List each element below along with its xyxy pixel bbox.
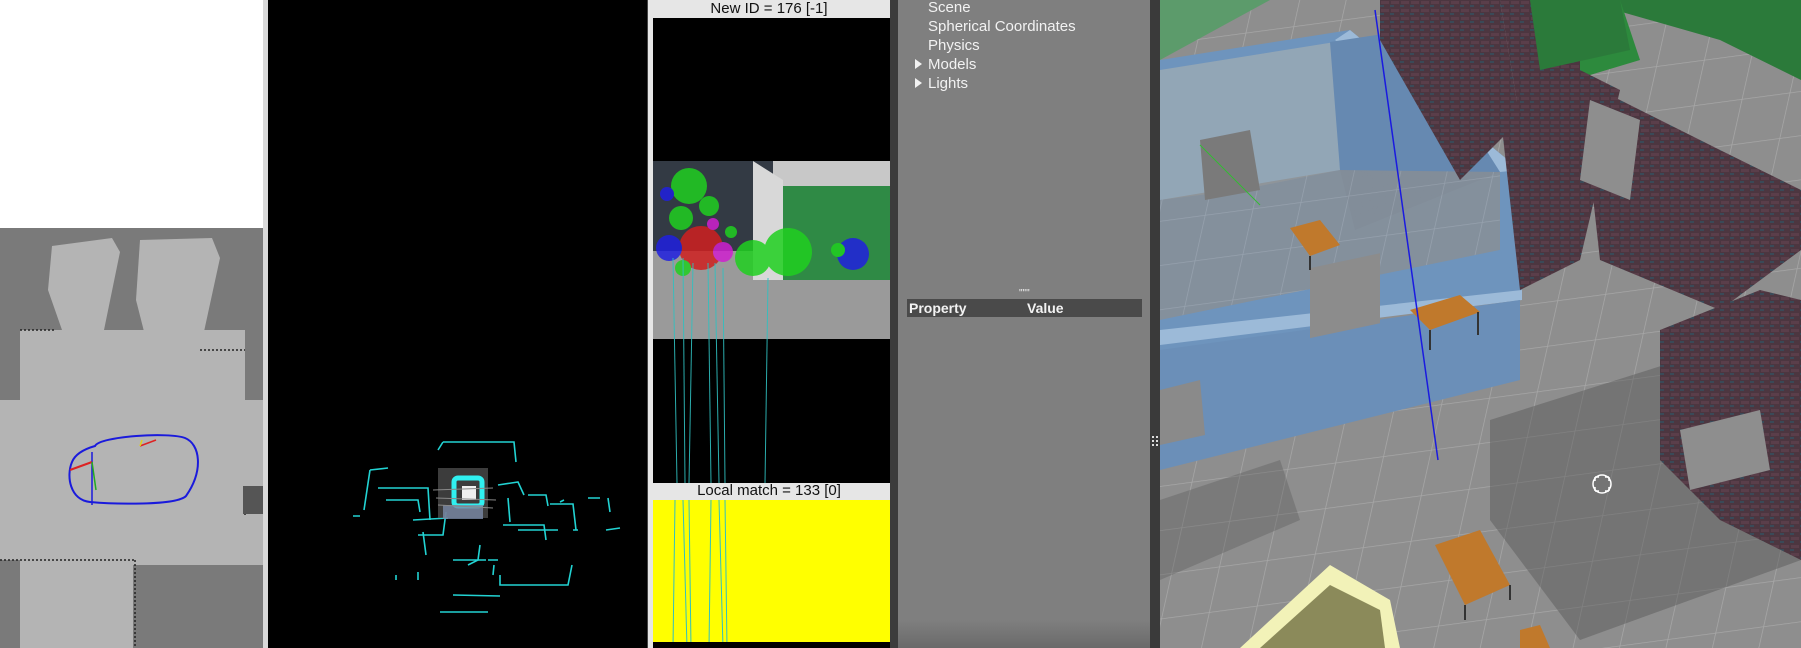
property-column-header[interactable]: Property xyxy=(909,299,967,317)
local-match-canvas xyxy=(653,500,890,648)
panel-footer xyxy=(898,620,1150,648)
tree-item-scene[interactable]: Scene xyxy=(928,0,971,17)
panel-splitter[interactable] xyxy=(1150,0,1160,648)
point-cloud-view[interactable] xyxy=(268,0,647,648)
property-table-header: Property Value xyxy=(907,299,1142,317)
tree-item-spherical-coordinates[interactable]: Spherical Coordinates xyxy=(928,17,1076,36)
occupancy-map-view[interactable] xyxy=(0,0,263,648)
tree-item-models[interactable]: Models xyxy=(928,55,976,74)
splitter-handle-icon[interactable] xyxy=(1152,436,1158,446)
new-id-label: New ID = 176 [-1] xyxy=(710,0,828,17)
robot-marker xyxy=(432,468,497,519)
point-cloud-canvas xyxy=(353,441,621,613)
occupancy-map-canvas xyxy=(0,0,263,648)
gazebo-3d-view[interactable] xyxy=(1160,0,1801,648)
gazebo-scene-canvas xyxy=(1160,0,1801,648)
expand-arrow-icon[interactable] xyxy=(915,78,922,88)
value-column-header[interactable]: Value xyxy=(1027,299,1064,317)
world-tree-panel: Scene Spherical Coordinates Physics Mode… xyxy=(898,0,1150,648)
local-match-label: Local match = 133 [0] xyxy=(697,482,841,499)
new-image-canvas xyxy=(653,18,890,483)
tree-item-lights[interactable]: Lights xyxy=(928,74,968,93)
splitter[interactable] xyxy=(890,0,898,648)
splitter-grip-icon[interactable]: """ xyxy=(1019,289,1030,299)
expand-arrow-icon[interactable] xyxy=(915,59,922,69)
tree-item-physics[interactable]: Physics xyxy=(928,36,980,55)
loop-closure-view[interactable]: New ID = 176 [-1] Local match = 133 [0] xyxy=(648,0,890,648)
